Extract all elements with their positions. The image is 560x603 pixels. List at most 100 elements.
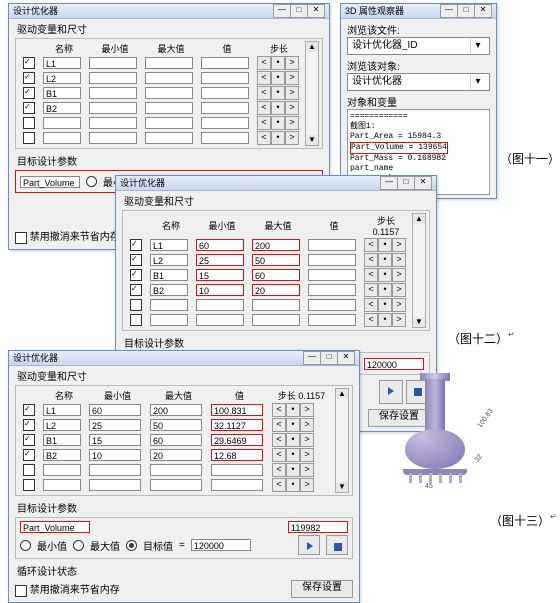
step-dec-button[interactable]: < [364,268,378,282]
max-input[interactable]: 50 [150,419,202,431]
step-inc-button[interactable]: > [300,403,314,417]
step-dec-button[interactable]: < [272,463,286,477]
name-input[interactable] [43,132,81,144]
row-checkbox[interactable] [23,57,35,69]
minimize-button[interactable]: — [440,4,458,18]
radio-min[interactable] [86,176,97,187]
min-input[interactable] [89,102,137,114]
min-input[interactable] [89,464,141,476]
step-set-button[interactable]: • [271,101,285,115]
step-set-button[interactable]: • [286,418,300,432]
name-input[interactable] [43,464,81,476]
table-scrollbar[interactable]: ▲ ▼ [305,41,319,146]
min-input[interactable]: 15 [89,434,141,446]
step-dec-button[interactable]: < [272,448,286,462]
step-inc-button[interactable]: > [392,253,406,267]
disable-undo-check[interactable]: 禁用撤消来节省内存 [15,228,120,243]
step-set-button[interactable]: • [271,71,285,85]
val-input[interactable] [308,299,356,311]
val-input[interactable] [308,269,356,281]
name-input[interactable] [150,314,188,326]
step-set-button[interactable]: • [378,298,392,312]
minimize-button[interactable]: — [303,351,321,365]
target-var-input[interactable]: Part_Volume [20,176,80,188]
name-input[interactable] [43,117,81,129]
save-settings-button[interactable]: 保存设置 [291,580,353,598]
step-set-button[interactable]: • [378,313,392,327]
row-checkbox[interactable] [23,87,35,99]
min-input[interactable] [89,132,137,144]
step-set-button[interactable]: • [378,283,392,297]
radio-target[interactable] [126,540,137,551]
target-after-input[interactable]: 120000 [191,539,251,551]
step-dec-button[interactable]: < [364,313,378,327]
step-dec-button[interactable]: < [257,71,271,85]
val-input[interactable]: 100.831 [211,404,263,416]
row-checkbox[interactable] [130,239,142,251]
name-input[interactable]: B1 [43,87,81,99]
name-input[interactable]: B1 [43,434,81,446]
close-button[interactable]: ✕ [474,4,492,18]
step-inc-button[interactable]: > [285,56,299,70]
name-input[interactable]: L1 [150,239,188,251]
scroll-up-icon[interactable]: ▲ [306,42,318,52]
row-checkbox[interactable] [23,404,35,416]
name-input[interactable]: B2 [150,284,188,296]
row-checkbox[interactable] [23,72,35,84]
min-input[interactable]: 10 [89,449,141,461]
row-checkbox[interactable] [130,254,142,266]
maximize-button[interactable]: □ [397,176,415,190]
step-inc-button[interactable]: > [300,418,314,432]
target-value-input[interactable]: 119982 [288,521,348,533]
step-dec-button[interactable]: < [272,433,286,447]
max-input[interactable]: 200 [252,239,300,251]
name-input[interactable]: B2 [43,102,81,114]
max-input[interactable] [145,132,193,144]
step-inc-button[interactable]: > [300,478,314,492]
run-button[interactable] [298,535,320,555]
step-dec-button[interactable]: < [257,131,271,145]
row-checkbox[interactable] [23,434,35,446]
max-input[interactable] [145,87,193,99]
name-input[interactable]: B2 [43,449,81,461]
min-input[interactable] [89,57,137,69]
table-scrollbar[interactable]: ▲ ▼ [335,388,349,493]
max-input[interactable] [150,464,202,476]
name-input[interactable]: L1 [43,57,81,69]
row-checkbox[interactable] [23,479,35,491]
max-input[interactable] [145,102,193,114]
val-input[interactable] [211,479,263,491]
maximize-button[interactable]: □ [290,4,308,18]
step-inc-button[interactable]: > [285,71,299,85]
max-input[interactable] [150,479,202,491]
step-dec-button[interactable]: < [272,478,286,492]
step-inc-button[interactable]: > [300,433,314,447]
row-checkbox[interactable] [23,449,35,461]
disable-undo-check[interactable]: 禁用撤消来节省内存 [15,581,120,596]
close-button[interactable]: ✕ [307,4,325,18]
name-input[interactable]: L1 [43,404,81,416]
step-set-button[interactable]: • [271,56,285,70]
scroll-up-icon[interactable]: ▲ [336,389,348,399]
val-input[interactable] [201,102,249,114]
step-dec-button[interactable]: < [272,403,286,417]
close-button[interactable]: ✕ [414,176,432,190]
name-input[interactable] [43,479,81,491]
step-dec-button[interactable]: < [364,238,378,252]
max-input[interactable]: 200 [150,404,202,416]
scroll-down-icon[interactable]: ▼ [336,482,348,492]
checkbox[interactable] [15,232,27,244]
step-dec-button[interactable]: < [257,101,271,115]
close-button[interactable]: ✕ [337,351,355,365]
step-set-button[interactable]: • [286,448,300,462]
radio-min[interactable] [20,540,31,551]
step-set-button[interactable]: • [286,403,300,417]
scroll-up-icon[interactable]: ▲ [413,214,425,224]
step-dec-button[interactable]: < [364,283,378,297]
step-set-button[interactable]: • [286,478,300,492]
step-dec-button[interactable]: < [257,116,271,130]
scroll-down-icon[interactable]: ▼ [413,317,425,327]
val-input[interactable]: 32.1127 [211,419,263,431]
val-input[interactable] [201,72,249,84]
val-input[interactable] [201,87,249,99]
